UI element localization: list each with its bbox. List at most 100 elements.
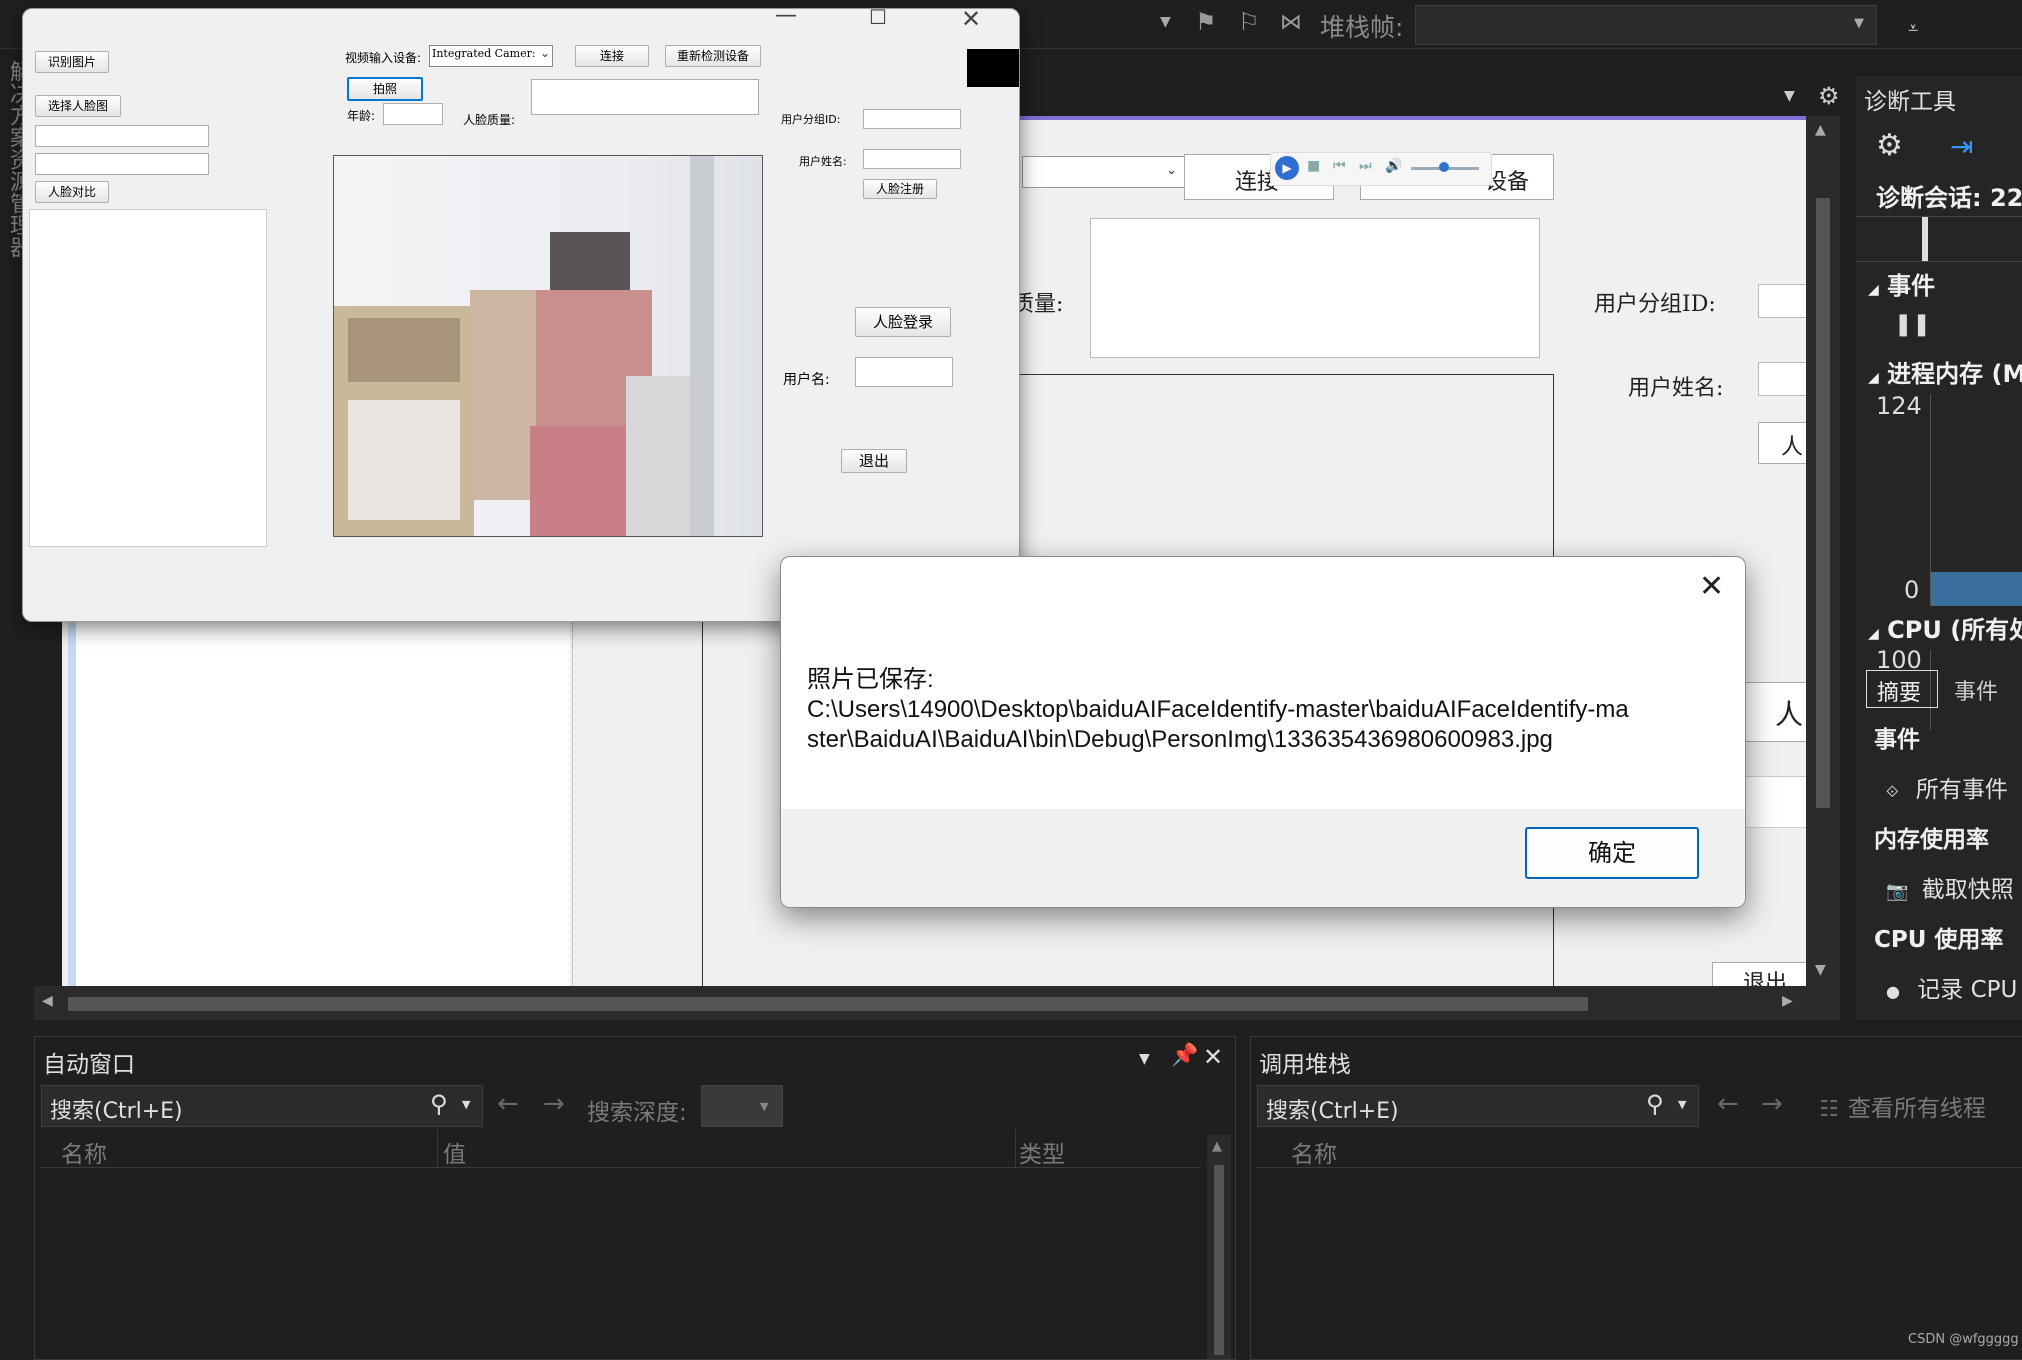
video-device-select[interactable]: Integrated Camer: ⌄ — [429, 45, 553, 67]
user-name-label: 用户姓名: — [799, 155, 847, 168]
scroll-thumb[interactable] — [68, 997, 1588, 1011]
search-depth-select[interactable]: ▼ — [701, 1085, 783, 1127]
stack-frame-select[interactable]: ▼ — [1415, 5, 1877, 45]
auto-search-input[interactable]: 搜索(Ctrl+E) ⚲ ▼ — [41, 1085, 483, 1127]
designer-user-name-input[interactable] — [1758, 362, 1810, 396]
volume-slider-thumb[interactable] — [1439, 162, 1449, 172]
events-section-header[interactable]: ◢ 事件 — [1868, 266, 1935, 301]
record-dot-icon: ● — [1886, 982, 1900, 1001]
forward-arrow-icon[interactable]: → — [543, 1089, 565, 1119]
scroll-left-icon[interactable]: ◀ — [42, 993, 53, 1009]
next-icon[interactable]: ⏭ — [1359, 158, 1372, 174]
callstack-search-input[interactable]: 搜索(Ctrl+E) ⚲ ▼ — [1257, 1085, 1699, 1127]
dialog-message-path-1: C:\Users\14900\Desktop\baiduAIFaceIdenti… — [807, 696, 1629, 723]
minimize-icon[interactable]: — — [775, 9, 797, 28]
gear-icon[interactable]: ⚙ — [1876, 128, 1903, 163]
dialog-message-title: 照片已保存: — [807, 666, 934, 693]
close-icon[interactable]: ✕ — [961, 9, 981, 33]
diagnostics-panel: 诊断工具 ⚙ ⇥ 诊断会话: 22 ◢ 事件 ❚❚ ◢ 进程内存 (M 124 … — [1856, 76, 2022, 1020]
preview-shelf-inner — [348, 318, 460, 382]
maximize-icon[interactable]: ☐ — [869, 9, 887, 29]
user-name-input[interactable] — [863, 149, 961, 169]
scroll-thumb[interactable] — [1214, 1165, 1224, 1355]
panel-menu-chevron-icon[interactable]: ▼ — [1139, 1051, 1150, 1067]
back-arrow-icon[interactable]: ← — [497, 1089, 519, 1119]
dialog-close-icon[interactable]: ✕ — [1699, 569, 1724, 604]
auto-vertical-scrollbar[interactable]: ▲ — [1207, 1135, 1231, 1359]
stop-icon[interactable]: ■ — [1307, 158, 1320, 174]
show-threads-button[interactable]: ☷ 查看所有线程 — [1819, 1089, 1986, 1123]
search-icon[interactable]: ⚲ — [430, 1090, 448, 1118]
recognize-image-button[interactable]: 识别图片 — [35, 51, 109, 73]
chevron-down-icon[interactable]: ▼ — [462, 1098, 470, 1111]
group-id-input[interactable] — [863, 109, 961, 129]
chevron-down-icon[interactable]: ▼ — [1678, 1098, 1686, 1111]
pin-icon[interactable]: 📌 — [1171, 1043, 1198, 1068]
username-input[interactable] — [855, 357, 953, 387]
column-divider[interactable] — [437, 1129, 438, 1167]
exit-button[interactable]: 退出 — [841, 449, 907, 473]
diag-all-events[interactable]: ⟐ 所有事件 — [1886, 770, 2008, 804]
group-id-label: 用户分组ID: — [781, 113, 841, 126]
tab-events[interactable]: 事件 — [1944, 670, 2022, 706]
login-button[interactable]: 人脸登录 — [855, 307, 951, 337]
face-compare-button[interactable]: 人脸对比 — [35, 181, 109, 203]
column-divider[interactable] — [1015, 1129, 1016, 1167]
designer-vertical-scrollbar[interactable]: ▲ ▼ — [1806, 116, 1840, 986]
close-icon[interactable]: ✕ — [1203, 1043, 1223, 1071]
diag-cpu-header: CPU 使用率 — [1874, 927, 2004, 953]
designer-select[interactable]: ⌄ — [1022, 156, 1186, 188]
video-device-label: 视频输入设备: — [345, 51, 422, 65]
timeline-cursor — [1922, 217, 1928, 261]
face-app-window: — ☐ ✕ 识别图片 选择人脸图 人脸对比 视频输入设备: Integrated… — [22, 8, 1020, 622]
toolbar-overflow-icon[interactable]: ⩡ — [1908, 18, 1918, 39]
stack-frame-label: 堆栈帧: — [1320, 13, 1404, 42]
face-image-path-1[interactable] — [35, 125, 209, 147]
scroll-up-icon[interactable]: ▲ — [1212, 1139, 1222, 1154]
select-face-image-button[interactable]: 选择人脸图 — [35, 95, 121, 117]
export-icon[interactable]: ⇥ — [1950, 130, 1973, 163]
scroll-thumb[interactable] — [1816, 198, 1830, 808]
previous-icon[interactable]: ⏮ — [1333, 158, 1346, 174]
volume-icon[interactable]: 🔊 — [1385, 158, 1402, 174]
back-arrow-icon[interactable]: ← — [1717, 1089, 1739, 1119]
face-image-path-2[interactable] — [35, 153, 209, 175]
diag-record-cpu[interactable]: ● 记录 CPU — [1886, 970, 2017, 1004]
pixelated-body — [530, 426, 630, 536]
designer-horizontal-scrollbar[interactable]: ◀ ▶ — [34, 986, 1840, 1020]
connect-button[interactable]: 连接 — [575, 45, 649, 67]
play-icon[interactable]: ▶ — [1275, 156, 1299, 180]
capture-button[interactable]: 拍照 — [347, 77, 423, 101]
flag-icon[interactable]: ⚑ — [1195, 8, 1217, 36]
designer-login-button[interactable]: 人 — [1744, 682, 1810, 742]
face-quality-box[interactable] — [531, 79, 759, 115]
designer-group-id-input[interactable] — [1758, 284, 1810, 318]
register-button[interactable]: 人脸注册 — [863, 179, 937, 199]
diag-take-snapshot[interactable]: 📷 截取快照 — [1886, 870, 2014, 904]
redetect-button[interactable]: 重新检测设备 — [665, 45, 761, 67]
dropdown-arrow-icon[interactable]: ▼ — [1160, 14, 1171, 30]
result-textbox[interactable] — [29, 209, 267, 547]
tab-list-chevron-icon[interactable]: ▼ — [1784, 88, 1795, 104]
cpu-section-header[interactable]: ◢ CPU (所有处 — [1868, 610, 2022, 645]
forward-arrow-icon[interactable]: → — [1761, 1089, 1783, 1119]
scroll-up-icon[interactable]: ▲ — [1815, 122, 1826, 138]
pause-icon[interactable]: ❚❚ — [1894, 312, 1931, 337]
ok-button[interactable]: 确定 — [1525, 827, 1699, 879]
age-input[interactable] — [383, 103, 443, 125]
designer-accent-line — [1012, 116, 1806, 120]
tab-summary[interactable]: 摘要 — [1866, 670, 1938, 708]
settings-gear-icon[interactable]: ⚙ — [1818, 82, 1840, 110]
designer-register-button[interactable]: 人 — [1758, 422, 1810, 464]
auto-window-panel: 自动窗口 ▼ 📌 ✕ 搜索(Ctrl+E) ⚲ ▼ ← → 搜索深度: ▼ 名称… — [34, 1036, 1236, 1360]
scroll-down-icon[interactable]: ▼ — [1815, 962, 1826, 978]
pixelated-body — [626, 376, 690, 536]
age-label: 年龄: — [347, 109, 376, 123]
pixelated-shoulder — [470, 290, 536, 500]
media-player-bar[interactable]: ▶ ■ ⏮ ⏭ 🔊 — [1270, 152, 1492, 186]
designer-exit-button[interactable]: 退出 — [1712, 962, 1810, 988]
memory-section-header[interactable]: ◢ 进程内存 (M — [1868, 354, 2022, 389]
search-icon[interactable]: ⚲ — [1646, 1090, 1664, 1118]
thread-flag-icon[interactable]: ⚐ — [1238, 8, 1260, 36]
scroll-right-icon[interactable]: ▶ — [1782, 993, 1793, 1009]
